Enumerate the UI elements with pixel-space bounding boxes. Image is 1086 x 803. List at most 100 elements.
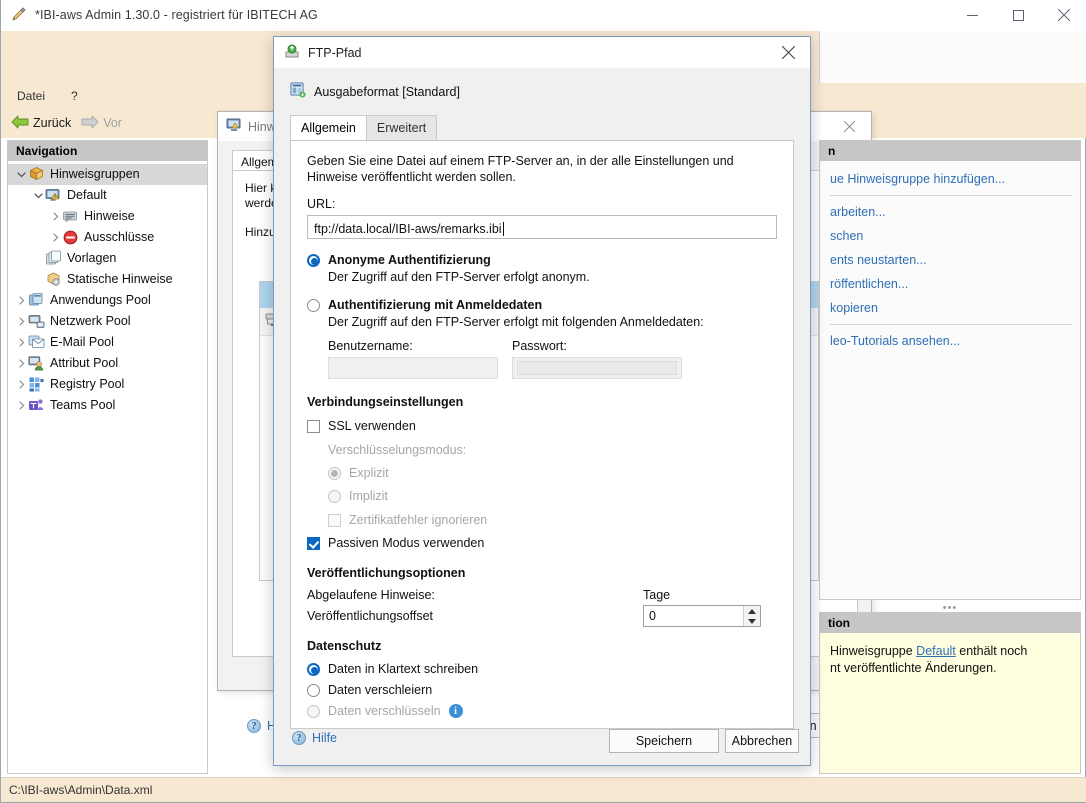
action-link[interactable]: kopieren xyxy=(830,296,1080,320)
chevron-right-icon[interactable] xyxy=(14,332,28,353)
menu-item-datei[interactable]: Datei xyxy=(7,87,55,105)
info-icon[interactable]: i xyxy=(449,704,463,718)
tab-erweitert[interactable]: Erweitert xyxy=(366,115,437,140)
plaintext-radio[interactable] xyxy=(307,663,320,676)
spinner-down-icon[interactable] xyxy=(744,616,760,626)
days-stepper-buttons[interactable] xyxy=(743,606,760,626)
maximize-icon[interactable] xyxy=(995,0,1041,31)
url-input[interactable]: ftp://data.local/IBI-aws/remarks.ibi xyxy=(307,215,777,239)
ftp-help-link[interactable]: ? Hilfe xyxy=(292,731,337,745)
divider xyxy=(830,195,1072,196)
chevron-right-icon[interactable] xyxy=(14,290,28,311)
connection-settings-heading: Verbindungseinstellungen xyxy=(307,395,777,409)
publishing-options-heading: Veröffentlichungsoptionen xyxy=(307,566,777,580)
close-icon[interactable] xyxy=(1041,0,1086,31)
action-link[interactable]: schen xyxy=(830,224,1080,248)
tree-item-label: Netzwerk Pool xyxy=(50,315,131,328)
tree-item-anwendungs-pool[interactable]: Anwendungs Pool xyxy=(8,290,207,311)
tree-spacer xyxy=(31,269,45,290)
credentials-auth-radio[interactable] xyxy=(307,299,320,312)
status-bar: C:\IBI-aws\Admin\Data.xml xyxy=(1,777,1086,802)
tree-item-hinweisgruppen[interactable]: Hinweisgruppen xyxy=(8,164,207,185)
anonymous-auth-radio[interactable] xyxy=(307,254,320,267)
info-text-line2: nt veröffentlichte Änderungen. xyxy=(830,660,1070,677)
background-dialog-close-icon[interactable] xyxy=(827,112,871,141)
monitor-warning-icon xyxy=(226,117,242,136)
chevron-right-icon[interactable] xyxy=(14,311,28,332)
chevron-right-icon[interactable] xyxy=(48,227,62,248)
tree-item-default[interactable]: Default xyxy=(8,185,207,206)
implicit-radio xyxy=(328,490,341,503)
explicit-radio-row: Explizit xyxy=(328,466,777,480)
tree-item-label: Registry Pool xyxy=(50,378,124,391)
ignore-cert-checkbox xyxy=(328,514,341,527)
information-panel: tion Hinweisgruppe Default enthält noch … xyxy=(819,612,1081,774)
chevron-right-icon[interactable] xyxy=(14,395,28,416)
credentials-auth-radio-row[interactable]: Authentifizierung mit Anmeldedaten xyxy=(307,298,777,312)
arrow-left-icon xyxy=(11,115,29,132)
obfuscate-radio-row[interactable]: Daten verschleiern xyxy=(307,683,777,697)
password-label: Passwort: xyxy=(512,339,682,353)
tree-item-attribut-pool[interactable]: Attribut Pool xyxy=(8,353,207,374)
ftp-dialog-close-icon[interactable] xyxy=(766,37,810,68)
days-value[interactable]: 0 xyxy=(644,609,743,623)
tree-item-vorlagen[interactable]: Vorlagen xyxy=(8,248,207,269)
action-link[interactable]: ents neustarten... xyxy=(830,248,1080,272)
obfuscate-radio[interactable] xyxy=(307,684,320,697)
cancel-button[interactable]: Abbrechen xyxy=(725,729,799,753)
action-link[interactable]: leo-Tutorials ansehen... xyxy=(830,329,1080,353)
chevron-down-icon[interactable] xyxy=(14,164,28,185)
credentials-fields: Benutzername: Passwort: xyxy=(307,339,777,379)
ssl-checkbox[interactable] xyxy=(307,420,320,433)
anonymous-auth-radio-row[interactable]: Anonyme Authentifizierung xyxy=(307,253,777,267)
header-band-right xyxy=(819,31,1086,83)
ssl-checkbox-row[interactable]: SSL verwenden xyxy=(307,419,777,433)
tree-item-registry-pool[interactable]: Registry Pool xyxy=(8,374,207,395)
tree-item-netzwerk-pool[interactable]: Netzwerk Pool xyxy=(8,311,207,332)
chevron-right-icon[interactable] xyxy=(14,353,28,374)
background-dialog-title: Hinw xyxy=(248,120,276,134)
tree-item-ausschl-sse[interactable]: Ausschlüsse xyxy=(8,227,207,248)
back-button[interactable]: Zurück xyxy=(11,115,71,132)
chevron-right-icon[interactable] xyxy=(14,374,28,395)
plaintext-radio-row[interactable]: Daten in Klartext schreiben xyxy=(307,662,777,676)
help-icon: ? xyxy=(247,719,261,733)
action-link[interactable]: ue Hinweisgruppe hinzufügen... xyxy=(830,167,1080,191)
obfuscate-label: Daten verschleiern xyxy=(328,683,432,697)
apps-icon xyxy=(28,292,45,309)
arrow-right-icon xyxy=(81,115,99,132)
chevron-down-icon[interactable] xyxy=(31,185,45,206)
information-panel-body: Hinweisgruppe Default enthält noch nt ve… xyxy=(820,633,1080,677)
passive-mode-checkbox[interactable] xyxy=(307,537,320,550)
tree-item-statische-hinweise[interactable]: Statische Hinweise xyxy=(8,269,207,290)
info-group-link[interactable]: Default xyxy=(916,644,956,658)
monitor-warning-icon xyxy=(45,187,62,204)
ftp-intro-text: Geben Sie eine Datei auf einem FTP-Serve… xyxy=(307,153,777,185)
user-attribute-icon xyxy=(28,355,45,372)
tree-item-teams-pool[interactable]: Teams Pool xyxy=(8,395,207,416)
save-button[interactable]: Speichern xyxy=(609,729,719,753)
action-link[interactable]: röffentlichen... xyxy=(830,272,1080,296)
static-notes-icon xyxy=(45,271,62,288)
ftp-dialog-footer: ? Hilfe Speichern Abbrechen xyxy=(274,717,810,765)
minimize-icon[interactable] xyxy=(949,0,995,31)
menu-item-help[interactable]: ? xyxy=(61,87,88,105)
action-link[interactable]: arbeiten... xyxy=(830,200,1080,224)
url-input-value: ftp://data.local/IBI-aws/remarks.ibi xyxy=(314,222,502,236)
ftp-dialog-titlebar: FTP-Pfad xyxy=(274,37,810,68)
chevron-right-icon[interactable] xyxy=(48,206,62,227)
tree-item-label: Statische Hinweise xyxy=(67,273,173,286)
spinner-up-icon[interactable] xyxy=(744,606,760,616)
splitter-grip[interactable]: ••• xyxy=(819,603,1081,612)
credentials-auth-label: Authentifizierung mit Anmeldedaten xyxy=(328,298,542,312)
ftp-help-label: Hilfe xyxy=(312,731,337,745)
window-controls xyxy=(949,0,1086,31)
days-stepper[interactable]: 0 xyxy=(643,605,761,627)
tree-item-label: E-Mail Pool xyxy=(50,336,114,349)
passive-mode-checkbox-row[interactable]: Passiven Modus verwenden xyxy=(307,536,777,550)
tab-allgemein[interactable]: Allgemein xyxy=(290,115,367,140)
tree-item-hinweise[interactable]: Hinweise xyxy=(8,206,207,227)
pencil-app-icon xyxy=(11,7,27,23)
tree-item-e-mail-pool[interactable]: E-Mail Pool xyxy=(8,332,207,353)
tree-item-label: Attribut Pool xyxy=(50,357,118,370)
